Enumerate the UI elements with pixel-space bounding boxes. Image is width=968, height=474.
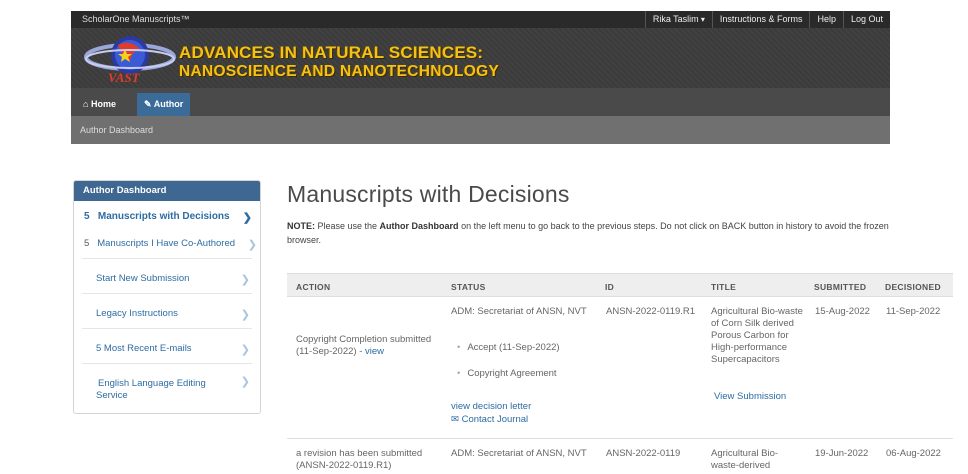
action-text: Copyright Completion submitted (11-Sep-2… [296, 334, 432, 357]
tab-author-label: Author [153, 99, 184, 109]
page-title: Manuscripts with Decisions [287, 181, 570, 207]
contact-journal-link[interactable]: ✉ Contact Journal [451, 414, 528, 426]
sidebar-item-label: Legacy Instructions [96, 308, 178, 319]
sidebar-item-co-authored[interactable]: 5 Manuscripts I Have Co-Authored ❯ [74, 238, 260, 251]
col-decisioned: DECISIONED [885, 282, 941, 292]
status-text: ADM: Secretariat of ANSN, NVT [451, 306, 587, 317]
envelope-icon: ✉ [451, 414, 459, 425]
status-cell: ADM: Secretariat of ANSN, NVT [451, 306, 601, 318]
instructions-link[interactable]: Instructions & Forms [711, 11, 810, 28]
note-bold: Author Dashboard [379, 221, 459, 231]
note-prefix: NOTE: [287, 221, 315, 231]
tab-home[interactable]: ⌂ Home [76, 93, 123, 116]
sidebar-item-label: Manuscripts I Have Co-Authored [97, 238, 236, 249]
col-title: TITLE [711, 282, 737, 292]
author-dashboard-sidebar: Author Dashboard 5 Manuscripts with Deci… [73, 180, 261, 414]
col-id: ID [605, 282, 615, 292]
chevron-right-icon: ❯ [240, 344, 250, 356]
row-divider [287, 438, 953, 439]
sidebar-item-label: 5 Most Recent E-mails [96, 343, 192, 354]
sidebar-item-legacy-instructions[interactable]: Legacy Instructions ❯ [74, 308, 260, 321]
pencil-icon: ✎ [144, 99, 152, 109]
brand-name: ScholarOne Manuscripts™ [82, 14, 190, 24]
divider [82, 328, 252, 329]
status-item: Copyright Agreement [451, 368, 556, 380]
sidebar-count: 5 [84, 211, 90, 222]
status-cell: ADM: Secretariat of ANSN, NVT [451, 448, 587, 459]
logout-link[interactable]: Log Out [842, 11, 890, 28]
note-text: NOTE: Please use the Author Dashboard on… [287, 219, 907, 247]
journal-header: VAST ADVANCES IN NATURAL SCIENCES: NANOS… [71, 28, 890, 88]
journal-logo: VAST [84, 36, 176, 85]
help-link[interactable]: Help [809, 11, 843, 28]
breadcrumb: Author Dashboard [71, 116, 890, 144]
top-links: Rika Taslim Instructions & Forms Help Lo… [644, 11, 890, 28]
col-submitted: SUBMITTED [814, 282, 867, 292]
divider [82, 258, 252, 259]
tab-home-label: Home [90, 99, 116, 109]
sidebar-count: 5 [84, 238, 90, 249]
submitted-cell: 15-Aug-2022 [815, 306, 870, 317]
contact-journal-label: Contact Journal [461, 414, 529, 425]
decisioned-cell: 06-Aug-2022 [886, 448, 941, 459]
divider [82, 363, 252, 364]
decisioned-cell: 11-Sep-2022 [886, 306, 941, 317]
divider [82, 293, 252, 294]
journal-title-line2: NANOSCIENCE AND NANOTECHNOLOGY [179, 63, 500, 80]
sidebar-item-label: English Language Editing Service [96, 378, 206, 401]
chevron-right-icon: ❯ [240, 376, 250, 388]
view-decision-letter-link[interactable]: view decision letter [451, 401, 531, 413]
submitted-cell: 19-Jun-2022 [815, 448, 869, 459]
view-submission-link[interactable]: View Submission [714, 391, 786, 403]
sidebar-item-label: Manuscripts with Decisions [97, 211, 230, 222]
sidebar-item-english-editing[interactable]: English Language Editing Service ❯ [74, 376, 260, 402]
sidebar-item-label: Start New Submission [96, 273, 190, 284]
chevron-right-icon: ❯ [242, 212, 252, 224]
chevron-right-icon: ❯ [240, 274, 250, 286]
user-menu[interactable]: Rika Taslim [644, 11, 712, 28]
svg-text:VAST: VAST [108, 70, 141, 85]
status-item: Accept (11-Sep-2022) [451, 342, 559, 354]
sidebar-item-start-new-submission[interactable]: Start New Submission ❯ [74, 273, 260, 286]
sidebar-header: Author Dashboard [74, 181, 260, 201]
action-cell: a revision has been submitted (ANSN-2022… [296, 448, 423, 471]
journal-title: ADVANCES IN NATURAL SCIENCES: NANOSCIENC… [179, 43, 499, 81]
sidebar-item-recent-emails[interactable]: 5 Most Recent E-mails ❯ [74, 343, 260, 356]
view-link[interactable]: view [365, 346, 384, 357]
col-action: ACTION [296, 282, 331, 292]
table-header: ACTION STATUS ID TITLE SUBMITTED DECISIO… [287, 273, 953, 297]
tab-author[interactable]: ✎ Author [137, 93, 191, 116]
breadcrumb-text: Author Dashboard [80, 125, 154, 135]
id-cell: ANSN-2022-0119 [606, 448, 681, 459]
journal-title-line1: ADVANCES IN NATURAL SCIENCES: [179, 43, 484, 62]
chevron-right-icon: ❯ [240, 309, 250, 321]
top-bar: ScholarOne Manuscripts™ Rika Taslim Inst… [71, 11, 890, 28]
title-cell: Agricultural Bio-waste-derived [711, 448, 779, 471]
home-icon: ⌂ [83, 99, 89, 109]
action-cell: Copyright Completion submitted (11-Sep-2… [296, 334, 446, 358]
main-nav: ⌂ Home ✎ Author [71, 88, 890, 116]
note-part1: Please use the [315, 221, 380, 231]
chevron-right-icon: ❯ [247, 239, 257, 251]
col-status: STATUS [451, 282, 486, 292]
sidebar-item-manuscripts-with-decisions[interactable]: 5 Manuscripts with Decisions ❯ [74, 211, 260, 224]
id-cell: ANSN-2022-0119.R1 [606, 306, 696, 317]
title-cell: Agricultural Bio-waste of Corn Silk deri… [711, 306, 803, 365]
